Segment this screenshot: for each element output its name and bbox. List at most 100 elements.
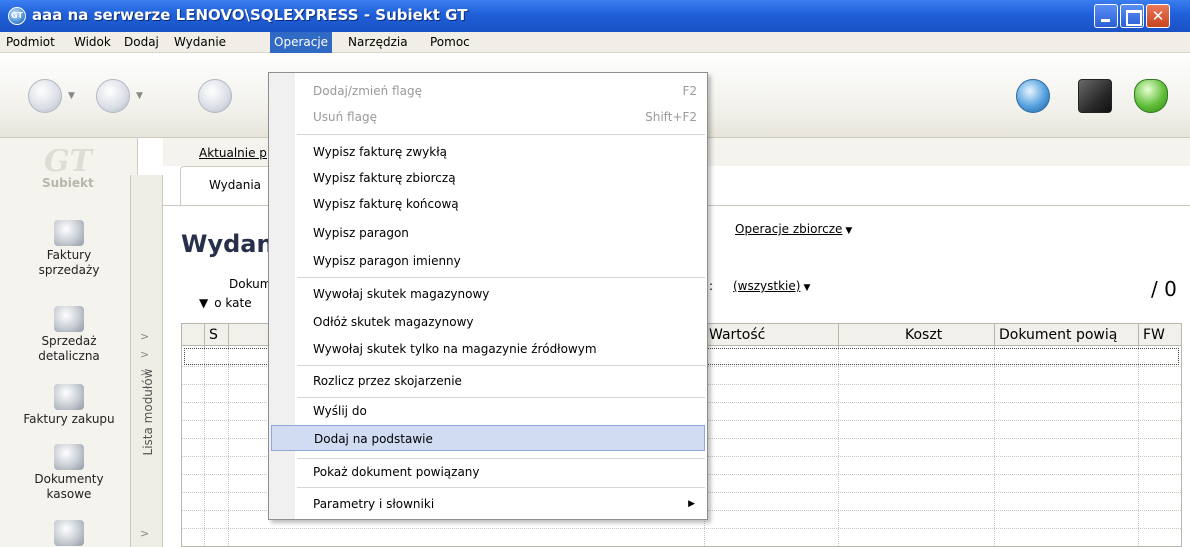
menu-wydanie[interactable]: Wydanie xyxy=(170,32,230,53)
dropdown-caret-icon[interactable]: ▼ xyxy=(68,91,75,101)
bulk-operations-link[interactable]: Operacje zbiorcze ▼ xyxy=(735,222,852,236)
tab-label: Wydania xyxy=(209,178,262,192)
menu-bar: Podmiot Widok Dodaj Wydanie Operacje Nar… xyxy=(0,32,1190,53)
app-icon[interactable]: GT xyxy=(8,7,26,25)
shield-check-icon xyxy=(1134,79,1168,113)
col-line xyxy=(1138,346,1139,546)
chevron-down-icon: ▼ xyxy=(803,283,811,293)
menu-item-label: Pokaż dokument powiązany xyxy=(313,465,480,479)
menu-item-label: Dodaj na podstawie xyxy=(314,432,433,446)
dropdown-caret-icon[interactable]: ▼ xyxy=(136,91,143,101)
maximize-icon xyxy=(1121,5,1143,27)
tab-aktualnie[interactable]: Aktualnie p xyxy=(199,146,267,160)
menu-item-wywolaj-skutek-zrodlowy[interactable]: Wywołaj skutek tylko na magazynie źródło… xyxy=(296,336,707,362)
minimize-button[interactable] xyxy=(1094,4,1118,28)
chevron-right-icon[interactable]: > xyxy=(140,330,149,343)
column-header-fw[interactable]: FW xyxy=(1138,324,1181,346)
col-line xyxy=(204,346,205,546)
menu-widok[interactable]: Widok xyxy=(70,32,115,53)
menu-item-label: Wywołaj skutek tylko na magazynie źródło… xyxy=(313,342,597,356)
menu-item-shortcut: Shift+F2 xyxy=(645,110,697,124)
menu-item-odloz-skutek-magazynowy[interactable]: Odłóż skutek magazynowy xyxy=(296,309,707,335)
record-count: / 0 xyxy=(1151,277,1177,301)
menu-operacje[interactable]: Operacje xyxy=(270,32,333,53)
module-dokumenty-kasowe[interactable]: Dokumenty kasowe xyxy=(0,444,138,502)
menu-item-parametry-i-slowniki[interactable]: Parametry i słowniki ▶ xyxy=(296,491,707,517)
logo-mark: GT xyxy=(44,144,92,179)
menu-item-label: Wyślij do xyxy=(313,404,367,418)
close-icon: ✕ xyxy=(1151,7,1165,25)
menu-item-usun-flage[interactable]: Usuń flagę Shift+F2 xyxy=(296,104,707,130)
operacje-menu: Dodaj/zmień flagę F2 Usuń flagę Shift+F2… xyxy=(268,72,708,520)
menu-item-wypisz-fakture-koncowa[interactable]: Wypisz fakturę końcową xyxy=(296,191,707,217)
menu-podmiot[interactable]: Podmiot xyxy=(2,32,59,53)
toolbar-button-2[interactable]: ▼ xyxy=(96,79,143,113)
expand-triangle-icon[interactable]: ▼ xyxy=(199,296,208,310)
maximize-button[interactable] xyxy=(1120,4,1144,28)
category-filter[interactable]: ▼ o kate xyxy=(199,296,252,310)
filter-label: Dokum xyxy=(229,277,272,291)
row-line xyxy=(182,528,1181,529)
page-title: Wydan xyxy=(181,230,274,258)
menu-item-wypisz-paragon-imienny[interactable]: Wypisz paragon imienny xyxy=(296,248,707,274)
toolbar-globe-button[interactable] xyxy=(1016,79,1054,113)
module-list-label: Lista modułów xyxy=(141,368,155,456)
module-next[interactable] xyxy=(0,520,138,547)
menu-separator xyxy=(297,277,705,278)
module-faktury-sprzedazy[interactable]: Faktury sprzedaży xyxy=(0,220,138,278)
menu-pomoc[interactable]: Pomoc xyxy=(426,32,474,53)
col-line xyxy=(228,346,229,546)
chevron-right-icon[interactable]: > xyxy=(140,527,149,540)
toolbar-shield-button[interactable] xyxy=(1134,79,1172,113)
menu-item-label: Wypisz paragon xyxy=(313,226,409,240)
module-icon xyxy=(54,520,84,546)
tab-wydania[interactable]: Wydania xyxy=(180,166,280,206)
menu-item-wypisz-fakture-zbiorcza[interactable]: Wypisz fakturę zbiorczą xyxy=(296,165,707,191)
menu-dodaj[interactable]: Dodaj xyxy=(120,32,163,53)
module-list-strip[interactable]: > > > Lista modułów > xyxy=(130,175,163,547)
module-label: Sprzedaż xyxy=(41,334,97,348)
filter-colon: : xyxy=(709,279,714,293)
filter-all-dropdown[interactable]: (wszystkie) ▼ xyxy=(733,279,810,293)
menu-item-dodaj-na-podstawie[interactable]: Dodaj na podstawie xyxy=(271,425,705,451)
menu-item-wypisz-fakture-zwykla[interactable]: Wypisz fakturę zwykłą xyxy=(296,139,707,165)
chevron-right-icon[interactable]: > xyxy=(140,348,149,361)
menu-item-dodaj-zmien-flage[interactable]: Dodaj/zmień flagę F2 xyxy=(296,78,707,104)
col-line xyxy=(838,346,839,546)
menu-item-wyslij-do[interactable]: Wyślij do xyxy=(296,398,707,424)
menu-item-label: Dodaj/zmień flagę xyxy=(313,84,422,98)
column-header[interactable] xyxy=(182,324,204,346)
menu-item-wypisz-paragon[interactable]: Wypisz paragon xyxy=(296,220,707,246)
module-label: Faktury xyxy=(46,248,92,262)
menu-item-label: Wywołaj skutek magazynowy xyxy=(313,287,490,301)
window-title: aaa na serwerze LENOVO\SQLEXPRESS - Subi… xyxy=(32,6,468,24)
menu-item-rozlicz-przez-skojarzenie[interactable]: Rozlicz przez skojarzenie xyxy=(296,368,707,394)
menu-item-pokaz-dokument-powiazany[interactable]: Pokaż dokument powiązany xyxy=(296,459,707,485)
module-sidebar: GT Subiekt Faktury sprzedaży Sprzedaż de… xyxy=(0,138,138,547)
menu-item-label: Wypisz fakturę zbiorczą xyxy=(313,171,456,185)
toolbar-cube-button[interactable] xyxy=(1078,79,1116,113)
toolbar-button-3[interactable] xyxy=(198,79,236,113)
module-sprzedaz-detaliczna[interactable]: Sprzedaż detaliczna xyxy=(0,306,138,364)
toolbar-button-1[interactable]: ▼ xyxy=(28,79,75,113)
bulk-operations-label: Operacje zbiorcze xyxy=(735,222,843,236)
menu-item-wywolaj-skutek-magazynowy[interactable]: Wywołaj skutek magazynowy xyxy=(296,281,707,307)
logo-label: Subiekt xyxy=(42,176,94,190)
submenu-arrow-icon: ▶ xyxy=(688,499,695,509)
close-button[interactable]: ✕ xyxy=(1146,4,1170,28)
column-header-wartosc[interactable]: Wartość xyxy=(704,324,838,346)
column-header-s[interactable]: S xyxy=(204,324,228,346)
globe-icon xyxy=(1016,79,1050,113)
module-label: sprzedaży xyxy=(38,263,100,277)
menu-item-label: Wypisz fakturę końcową xyxy=(313,197,459,211)
toolbar-document-icon xyxy=(96,79,130,113)
minimize-icon xyxy=(1095,5,1117,27)
module-faktury-zakupu[interactable]: Faktury zakupu xyxy=(0,384,138,427)
menu-item-label: Rozlicz przez skojarzenie xyxy=(313,374,462,388)
column-header-dokument-powiazany[interactable]: Dokument powią xyxy=(994,324,1138,346)
menu-narzedzia[interactable]: Narzędzia xyxy=(344,32,412,53)
menu-separator xyxy=(297,487,705,488)
column-header-koszt[interactable]: Koszt xyxy=(838,324,994,346)
title-bar: GT aaa na serwerze LENOVO\SQLEXPRESS - S… xyxy=(0,0,1190,32)
chevron-down-icon: ▼ xyxy=(845,226,853,236)
